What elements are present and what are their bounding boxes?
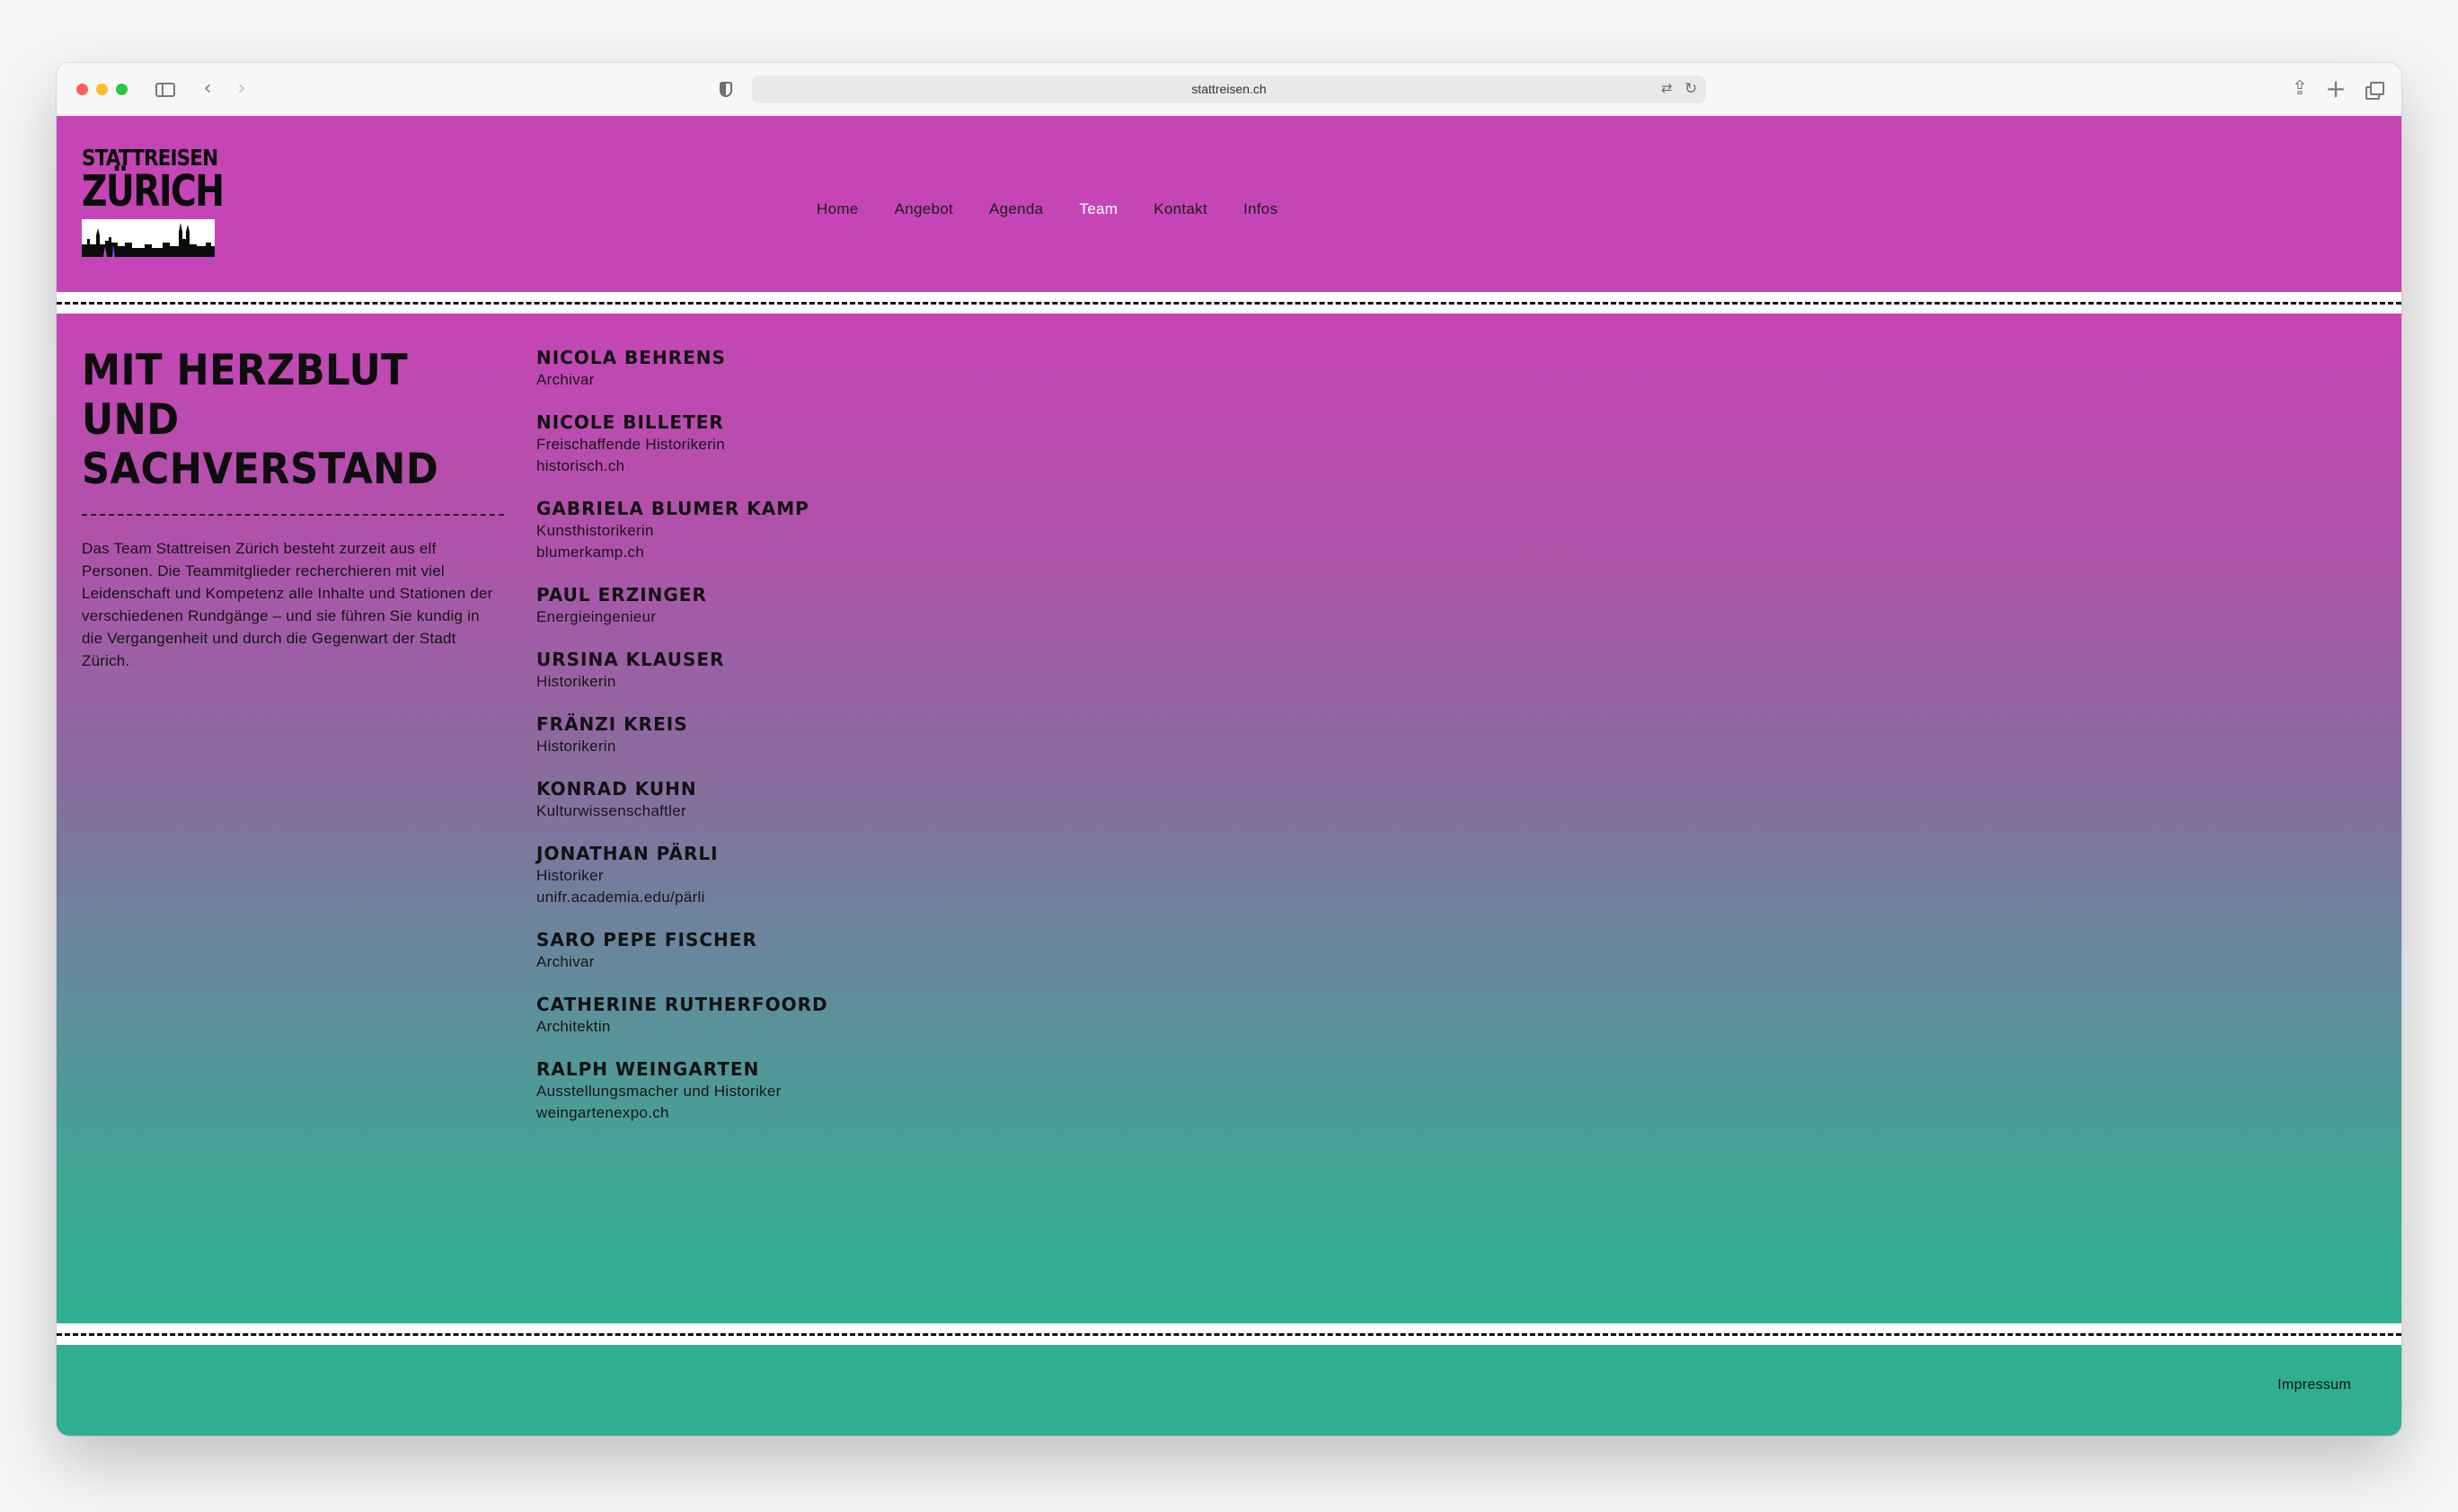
browser-toolbar: ‹ › stattreisen.ch ⇄ ↻ ⇪ + xyxy=(57,63,2401,115)
member-name: FRÄNZI KREIS xyxy=(536,713,688,735)
member-name: PAUL ERZINGER xyxy=(536,584,707,606)
member-website-link[interactable]: unifr.academia.edu/pärli xyxy=(536,887,1165,908)
team-member: SARO PEPE FISCHER Archivar xyxy=(536,928,1165,973)
member-website-link[interactable]: blumerkamp.ch xyxy=(536,542,1165,563)
nav-team[interactable]: Team xyxy=(1079,196,1118,223)
intro-text: Das Team Stattreisen Zürich besteht zurz… xyxy=(82,540,493,669)
header-divider xyxy=(57,292,2401,314)
member-name: URSINA KLAUSER xyxy=(536,649,725,670)
member-role: Architektin xyxy=(536,1018,611,1035)
nav-agenda[interactable]: Agenda xyxy=(989,196,1043,223)
team-member: NICOLA BEHRENS Archivar xyxy=(536,346,1165,391)
member-role: Historikerin xyxy=(536,738,616,755)
zoom-window-button[interactable] xyxy=(116,84,128,95)
intro-divider xyxy=(82,514,504,516)
skyline-icon xyxy=(82,223,215,257)
team-member: FRÄNZI KREIS Historikerin xyxy=(536,712,1165,757)
share-icon[interactable]: ⇪ xyxy=(2288,76,2312,102)
member-name: NICOLE BILLETER xyxy=(536,411,724,433)
team-section: MIT HERZBLUT UND SACHVERSTAND Das Team S… xyxy=(57,314,2401,1323)
nav-infos[interactable]: Infos xyxy=(1243,196,1278,223)
impressum-link[interactable]: Impressum xyxy=(2277,1377,2351,1393)
member-role: Archivar xyxy=(536,371,595,388)
browser-window: ‹ › stattreisen.ch ⇄ ↻ ⇪ + STATTREISEN Z… xyxy=(57,63,2401,1436)
member-role: Freischaffende Historikerin xyxy=(536,436,725,453)
team-member: CATHERINE RUTHERFOORD Architektin xyxy=(536,993,1165,1038)
footer-divider xyxy=(57,1323,2401,1345)
nav-kontakt[interactable]: Kontakt xyxy=(1154,196,1207,223)
team-member: NICOLE BILLETER Freischaffende Historike… xyxy=(536,411,1165,477)
team-member: KONRAD KUHN Kulturwissenschaftler xyxy=(536,777,1165,822)
sidebar-icon[interactable] xyxy=(155,83,175,97)
site-logo[interactable]: STATTREISEN ZÜRICH xyxy=(82,146,225,257)
reload-icon[interactable]: ↻ xyxy=(1684,76,1702,102)
team-member: RALPH WEINGARTEN Ausstellungsmacher und … xyxy=(536,1057,1165,1124)
nav-home[interactable]: Home xyxy=(817,196,859,223)
member-website-link[interactable]: weingartenexpo.ch xyxy=(536,1102,1165,1124)
member-role: Energieingenieur xyxy=(536,608,657,625)
logo-text-bottom: ZÜRICH xyxy=(82,166,225,217)
plus-icon[interactable]: + xyxy=(2324,76,2347,102)
dashed-line xyxy=(57,302,2401,305)
chevron-left-icon[interactable]: ‹ xyxy=(199,76,217,102)
member-role: Kunsthistorikerin xyxy=(536,522,654,539)
shield-icon[interactable] xyxy=(720,82,732,97)
tab-overview-icon[interactable] xyxy=(2365,82,2384,100)
web-page: STATTREISEN ZÜRICH Home Angebot Agenda T… xyxy=(57,116,2401,1436)
page-title-line1: MIT HERZBLUT UND xyxy=(82,346,409,445)
chevron-right-icon[interactable]: › xyxy=(233,76,251,102)
skyline-logo-graphic xyxy=(82,219,215,257)
dashed-line xyxy=(57,1333,2401,1336)
member-role: Historikerin xyxy=(536,673,616,690)
page-title-line2: SACHVERSTAND xyxy=(82,445,439,494)
team-member: GABRIELA BLUMER KAMP Kunsthistorikerin b… xyxy=(536,497,1165,563)
team-list: NICOLA BEHRENS Archivar NICOLE BILLETER … xyxy=(536,346,1165,1144)
member-name: CATHERINE RUTHERFOORD xyxy=(536,994,828,1015)
team-member: PAUL ERZINGER Energieingenieur xyxy=(536,583,1165,628)
member-website-link[interactable]: historisch.ch xyxy=(536,455,1165,477)
translate-icon[interactable]: ⇄ xyxy=(1661,76,1683,102)
team-member: URSINA KLAUSER Historikerin xyxy=(536,648,1165,693)
team-member: JONATHAN PÄRLI Historiker unifr.academia… xyxy=(536,842,1165,908)
site-footer: Impressum xyxy=(57,1345,2401,1436)
page-title: MIT HERZBLUT UND SACHVERSTAND xyxy=(82,346,511,494)
member-name: RALPH WEINGARTEN xyxy=(536,1058,760,1080)
member-name: SARO PEPE FISCHER xyxy=(536,929,757,951)
member-name: KONRAD KUHN xyxy=(536,778,697,800)
nav-angebot[interactable]: Angebot xyxy=(895,196,953,223)
intro-block: MIT HERZBLUT UND SACHVERSTAND Das Team S… xyxy=(82,346,504,672)
url-text: stattreisen.ch xyxy=(1191,82,1267,96)
address-bar[interactable]: stattreisen.ch xyxy=(752,75,1706,103)
member-name: NICOLA BEHRENS xyxy=(536,347,726,368)
site-header: STATTREISEN ZÜRICH Home Angebot Agenda T… xyxy=(57,116,2401,292)
main-navigation: Home Angebot Agenda Team Kontakt Infos xyxy=(817,196,1278,223)
close-window-button[interactable] xyxy=(76,84,88,95)
member-name: JONATHAN PÄRLI xyxy=(536,843,719,864)
member-role: Ausstellungsmacher und Historiker xyxy=(536,1083,782,1100)
minimize-window-button[interactable] xyxy=(96,84,108,95)
member-role: Archivar xyxy=(536,953,595,970)
member-role: Historiker xyxy=(536,867,604,884)
member-name: GABRIELA BLUMER KAMP xyxy=(536,498,809,519)
member-role: Kulturwissenschaftler xyxy=(536,802,686,819)
